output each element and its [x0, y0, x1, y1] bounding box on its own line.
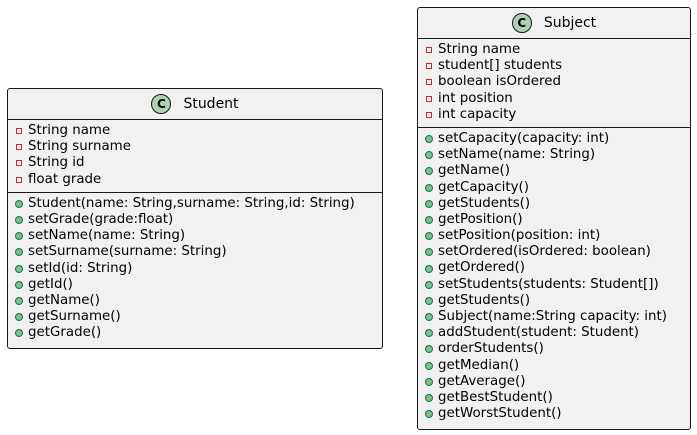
attribute-row: student[] students: [418, 58, 690, 74]
private-visibility-icon: [426, 79, 432, 86]
public-visibility-icon: [15, 264, 23, 273]
public-visibility-icon: [425, 296, 433, 305]
attribute-row: boolean isOrdered: [418, 74, 690, 90]
method-row: orderStudents(): [418, 341, 690, 357]
public-visibility-icon: [425, 329, 433, 338]
public-visibility-icon: [15, 216, 23, 225]
public-visibility-icon: [425, 345, 433, 354]
public-visibility-icon: [425, 232, 433, 241]
private-visibility-icon: [426, 111, 432, 118]
method-row: setName(name: String): [8, 228, 382, 244]
subject-class-name: Subject: [543, 15, 597, 31]
method-row: getPosition(): [418, 212, 690, 228]
public-visibility-icon: [425, 215, 433, 224]
class-type-icon: C: [511, 13, 532, 33]
public-visibility-icon: [425, 167, 433, 176]
subject-class-box: C Subject String name student[] students…: [417, 7, 691, 430]
attribute-row: int position: [418, 91, 690, 107]
private-visibility-icon: [16, 160, 22, 167]
method-row: getOrdered(): [418, 260, 690, 276]
method-row: getCapacity(): [418, 180, 690, 196]
public-visibility-icon: [15, 248, 23, 257]
public-visibility-icon: [425, 394, 433, 403]
method-row: setId(id: String): [8, 261, 382, 277]
method-row: getGrade(): [8, 325, 382, 341]
student-attributes: String name String surname String id flo…: [8, 120, 382, 193]
method-row: getName(): [8, 293, 382, 309]
student-class-box: C Student String name String surname Str…: [7, 88, 383, 349]
public-visibility-icon: [15, 232, 23, 241]
public-visibility-icon: [425, 361, 433, 370]
private-visibility-icon: [426, 47, 432, 54]
public-visibility-icon: [15, 296, 23, 305]
attribute-row: int capacity: [418, 107, 690, 123]
subject-attributes: String name student[] students boolean i…: [418, 39, 690, 128]
public-visibility-icon: [15, 313, 23, 322]
public-visibility-icon: [425, 280, 433, 289]
subject-class-header: C Subject: [418, 8, 690, 39]
attribute-row: String surname: [8, 139, 382, 155]
public-visibility-icon: [425, 199, 433, 208]
private-visibility-icon: [426, 95, 432, 102]
public-visibility-icon: [425, 377, 433, 386]
method-row: getSurname(): [8, 309, 382, 325]
method-row: setPosition(position: int): [418, 228, 690, 244]
public-visibility-icon: [15, 329, 23, 338]
method-row: setGrade(grade:float): [8, 212, 382, 228]
method-row: getStudents(): [418, 196, 690, 212]
method-row: setStudents(students: Student[]): [418, 277, 690, 293]
public-visibility-icon: [15, 199, 23, 208]
student-class-header: C Student: [8, 89, 382, 120]
method-row: addStudent(student: Student): [418, 325, 690, 341]
public-visibility-icon: [425, 410, 433, 419]
attribute-row: String name: [8, 123, 382, 139]
private-visibility-icon: [16, 176, 22, 183]
method-row: setName(name: String): [418, 147, 690, 163]
private-visibility-icon: [426, 63, 432, 70]
method-row: getBestStudent(): [418, 390, 690, 406]
method-row: setCapacity(capacity: int): [418, 131, 690, 147]
method-row: setOrdered(isOrdered: boolean): [418, 244, 690, 260]
method-row: Student(name: String,surname: String,id:…: [8, 196, 382, 212]
method-row: getName(): [418, 163, 690, 179]
method-row: getAverage(): [418, 374, 690, 390]
attribute-row: float grade: [8, 172, 382, 188]
method-row: getMedian(): [418, 358, 690, 374]
public-visibility-icon: [425, 313, 433, 322]
private-visibility-icon: [16, 128, 22, 135]
attribute-row: String name: [418, 42, 690, 58]
method-row: setSurname(surname: String): [8, 244, 382, 260]
subject-methods: setCapacity(capacity: int) setName(name:…: [418, 128, 690, 426]
public-visibility-icon: [425, 151, 433, 160]
public-visibility-icon: [425, 183, 433, 192]
public-visibility-icon: [425, 135, 433, 144]
public-visibility-icon: [425, 264, 433, 273]
public-visibility-icon: [15, 280, 23, 289]
attribute-row: String id: [8, 155, 382, 171]
method-row: getWorstStudent(): [418, 406, 690, 422]
student-class-name: Student: [183, 96, 239, 112]
class-type-icon: C: [151, 94, 172, 114]
method-row: Subject(name:String capacity: int): [418, 309, 690, 325]
method-row: getStudents(): [418, 293, 690, 309]
method-row: getId(): [8, 277, 382, 293]
private-visibility-icon: [16, 144, 22, 151]
public-visibility-icon: [425, 248, 433, 257]
student-methods: Student(name: String,surname: String,id:…: [8, 193, 382, 346]
